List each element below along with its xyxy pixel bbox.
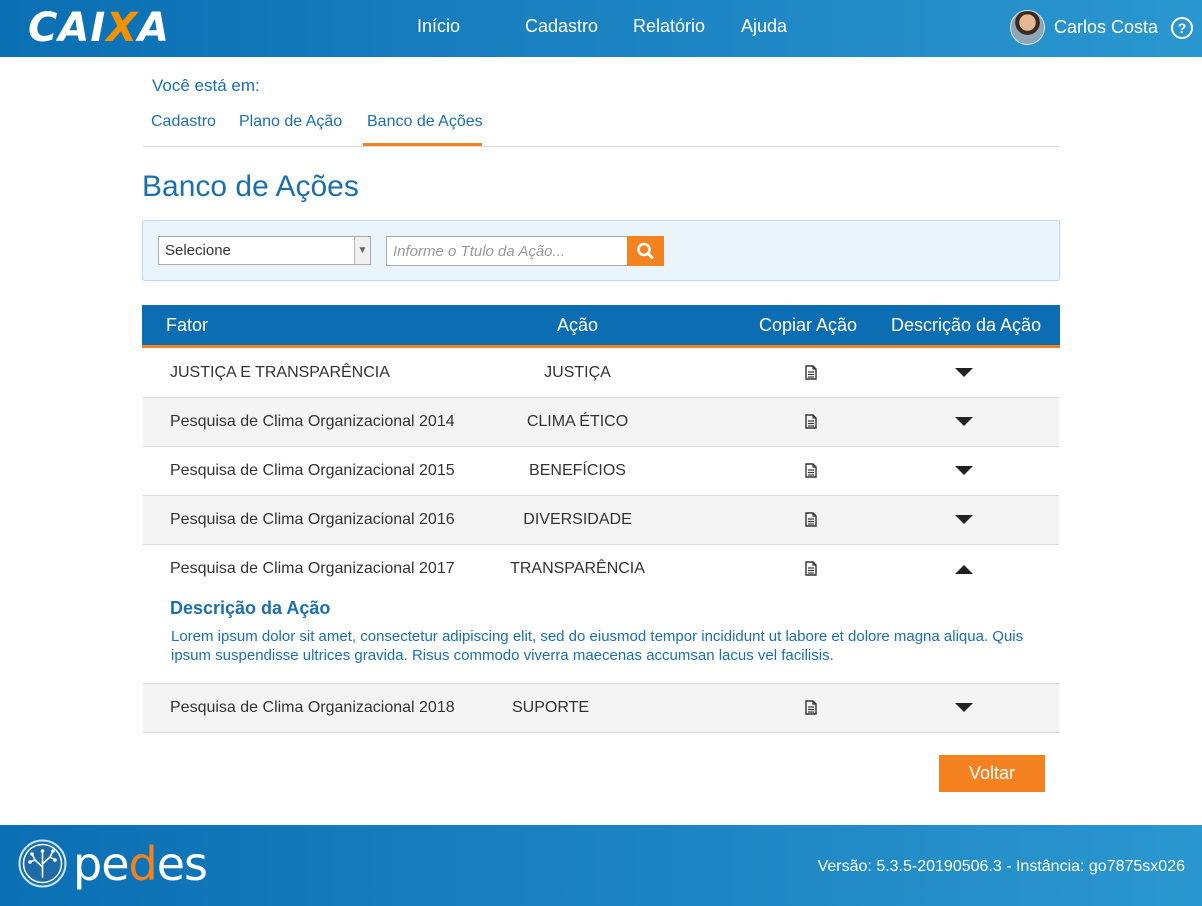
document-icon[interactable]: [805, 463, 817, 478]
cell-acao: CLIMA ÉTICO: [526, 413, 629, 430]
cell-acao: DIVERSIDADE: [523, 511, 632, 528]
logo-text-end: A: [138, 5, 171, 51]
version-info: Versão: 5.3.5-20190506.3 - Instância: go…: [817, 858, 1185, 875]
logo-text-start: CAI: [28, 5, 107, 51]
cell-fator: Pesquisa de Clima Organizacional 2017: [170, 560, 455, 577]
document-icon[interactable]: [805, 512, 817, 527]
cell-acao: SUPORTE: [511, 699, 590, 716]
cell-acao: TRANSPARÊNCIA: [510, 560, 645, 577]
breadcrumb-plano-de-acao[interactable]: Plano de Ação: [239, 113, 342, 131]
cell-fator: Pesquisa de Clima Organizacional 2018: [170, 699, 455, 716]
breadcrumb-banco-de-acoes[interactable]: Banco de Ações: [367, 113, 483, 143]
breadcrumb: Cadastro Plano de Ação Banco de Ações: [143, 104, 1060, 147]
caret-down-icon[interactable]: [955, 703, 973, 713]
caixa-logo[interactable]: CAI X A: [28, 5, 171, 51]
header-descricao-acao: Descrição da Ação: [891, 315, 1042, 335]
page-title: Banco de Ações: [142, 170, 359, 203]
nav-relatorio[interactable]: Relatório: [633, 16, 705, 37]
pedes-logo-end: es: [156, 837, 208, 891]
document-icon[interactable]: [805, 561, 817, 576]
table-row[interactable]: Pesquisa de Clima Organizacional 2015 BE…: [143, 447, 1059, 496]
table-row[interactable]: Pesquisa de Clima Organizacional 2014 CL…: [143, 398, 1059, 447]
select-value: Selecione: [165, 242, 231, 259]
cell-acao: JUSTIÇA: [544, 364, 611, 381]
header-fator: Fator: [166, 315, 209, 335]
search-icon: [637, 242, 654, 259]
description-title: Descrição da Ação: [170, 598, 331, 618]
help-icon[interactable]: ?: [1171, 17, 1193, 39]
nav-ajuda[interactable]: Ajuda: [741, 16, 787, 37]
avatar: [1010, 9, 1045, 45]
cell-fator: Pesquisa de Clima Organizacional 2015: [170, 462, 455, 479]
caret-down-icon[interactable]: [955, 466, 973, 476]
nav-cadastro[interactable]: Cadastro: [525, 16, 598, 37]
footer: pedes Versão: 5.3.5-20190506.3 - Instânc…: [0, 825, 1202, 906]
fator-select[interactable]: Selecione ▼: [158, 236, 371, 265]
pedes-logo-start: pe: [73, 837, 129, 891]
filter-panel: Selecione ▼: [142, 220, 1060, 281]
document-icon[interactable]: [805, 365, 817, 380]
header-copiar-acao: Copiar Ação: [759, 315, 858, 335]
chevron-down-icon[interactable]: ▼: [354, 237, 370, 264]
cell-fator: Pesquisa de Clima Organizacional 2014: [170, 413, 455, 430]
document-icon[interactable]: [805, 700, 817, 715]
table-row[interactable]: Pesquisa de Clima Organizacional 2018 SU…: [143, 684, 1059, 733]
pedes-logo: pedes: [73, 837, 208, 891]
table-row[interactable]: JUSTIÇA E TRANSPARÊNCIA JUSTIÇA: [143, 349, 1059, 398]
caret-down-icon[interactable]: [955, 417, 973, 427]
caret-down-icon[interactable]: [955, 515, 973, 525]
description-text: Lorem ipsum dolor sit amet, consectetur …: [171, 628, 1024, 664]
logo-text-x: X: [106, 5, 139, 51]
caret-down-icon[interactable]: [955, 368, 973, 378]
document-icon[interactable]: [805, 414, 817, 429]
active-tab-indicator: [363, 143, 482, 146]
search-input[interactable]: [386, 236, 627, 266]
pedes-logo-d: d: [128, 837, 158, 891]
pedes-emblem-icon: [18, 839, 67, 888]
caret-up-icon[interactable]: [955, 564, 973, 574]
breadcrumb-label: Você está em:: [152, 76, 260, 95]
breadcrumb-cadastro[interactable]: Cadastro: [151, 113, 216, 131]
top-bar: CAI X A Início Cadastro Relatório Ajuda Ca…: [0, 0, 1202, 57]
table-row[interactable]: Pesquisa de Clima Organizacional 2016 DI…: [143, 496, 1059, 545]
header-acao: Ação: [557, 315, 599, 335]
search-button[interactable]: [627, 236, 664, 266]
nav-inicio[interactable]: Início: [417, 16, 460, 37]
table-header: Fator Ação Copiar Ação Descrição da Ação: [142, 305, 1060, 348]
cell-fator: Pesquisa de Clima Organizacional 2016: [170, 511, 455, 528]
back-button[interactable]: Voltar: [939, 755, 1045, 792]
cell-fator: JUSTIÇA E TRANSPARÊNCIA: [170, 364, 390, 381]
user-name: Carlos Costa: [1054, 16, 1159, 37]
user-menu[interactable]: Carlos Costa: [1010, 9, 1159, 45]
cell-acao: BENEFÍCIOS: [529, 462, 626, 479]
table-row-expanded[interactable]: Pesquisa de Clima Organizacional 2017 TR…: [143, 545, 1059, 684]
